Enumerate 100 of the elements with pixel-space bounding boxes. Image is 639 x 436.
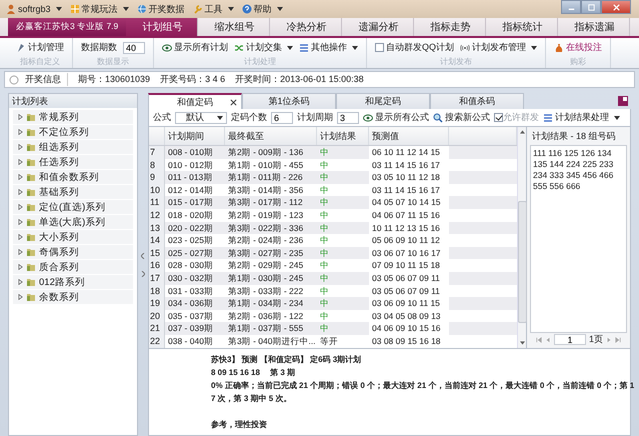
ribbon-tab[interactable]: 计划组号 (126, 18, 198, 36)
ribbon-tab[interactable]: 指标遗漏 (558, 18, 630, 36)
restore-window-icon[interactable] (618, 96, 628, 106)
ribbon-button[interactable]: 在线投注 (554, 41, 602, 54)
table-cell-text: 第3期 - 017期 - 112 (227, 196, 304, 209)
result-menu-button[interactable]: 计划结果处理 (543, 111, 620, 124)
table-cell-text: 第2期 - 009期 - 136 (227, 146, 304, 159)
table-cell-text: 第2期 - 036期 - 122 (227, 310, 304, 322)
row-number: 11 (149, 196, 165, 209)
scroll-down-icon[interactable] (520, 340, 524, 344)
search-button[interactable]: 搜索新公式 (433, 111, 490, 124)
ribbon-tab[interactable]: 指标统计 (486, 18, 558, 36)
maximize-button[interactable] (581, 0, 601, 14)
table-cell-text: 中 (319, 146, 330, 159)
close-icon[interactable] (230, 98, 237, 106)
checkbox[interactable] (375, 43, 384, 52)
caret-icon (122, 7, 129, 11)
table-cell-text: 中 (319, 310, 330, 322)
table-cell-text: 中 (319, 234, 330, 247)
caret-icon (287, 46, 293, 50)
next-page-icon[interactable] (606, 336, 612, 342)
folder-icon (26, 187, 36, 197)
tree-item[interactable]: 012路系列 (13, 275, 133, 290)
tree-item[interactable]: 不定位系列 (13, 125, 133, 140)
tree-item[interactable]: 余数系列 (13, 290, 133, 305)
column-header[interactable]: 计划期间 (165, 127, 225, 145)
panel-title: 计划列表 (9, 94, 137, 108)
show-all-button[interactable]: 显示所有公式 (363, 111, 429, 124)
table-cell: 10 11 12 13 15 16 (369, 222, 449, 234)
count-field[interactable]: 6 (271, 112, 293, 124)
table-cell-text: 中 (319, 284, 330, 298)
ribbon-button[interactable]: 显示所有计划 (162, 41, 228, 54)
user-icon (6, 4, 16, 14)
checkbox-label: 自动群发QQ计划 (386, 41, 454, 54)
ribbon-button[interactable]: 计划交集 (234, 41, 293, 54)
result-text-box[interactable]: 111 116 125 126 134 135 144 224 225 233 234 333 345 456 466 555 556 666 (530, 145, 627, 333)
table-cell-text: 第1期 - 034期 - 234 (227, 297, 304, 310)
group-label: 购彩 (570, 56, 586, 67)
ribbon-tab[interactable]: 缩水组号 (198, 18, 270, 36)
tree-item[interactable]: 单选(大底)系列 (13, 215, 133, 230)
tree-item[interactable]: 基础系列 (13, 185, 133, 200)
app-menu-button[interactable]: 必赢客江苏快3 专业版 7.9 (8, 18, 126, 36)
menu-button[interactable]: 帮助 (242, 2, 283, 16)
prev-page-icon[interactable] (544, 336, 551, 342)
caret-icon (228, 7, 234, 11)
menu-button[interactable]: 开奖数据 (136, 2, 185, 16)
caret-icon (56, 7, 62, 11)
column-header[interactable]: 最终截至 (225, 127, 317, 145)
tree-item[interactable]: 大小系列 (13, 230, 133, 245)
ribbon-button[interactable]: 计划发布管理 (460, 41, 538, 54)
tree-item[interactable]: 组选系列 (13, 140, 133, 155)
ribbon-tab[interactable]: 遗漏分析 (342, 18, 414, 36)
scroll-up-icon[interactable] (520, 130, 524, 134)
ribbon-tab[interactable]: 指标走势 (414, 18, 486, 36)
column-header[interactable]: 计划结果 (317, 127, 369, 145)
ribbon-button[interactable]: 计划管理 (16, 41, 64, 54)
tree-item[interactable]: 定位(直选)系列 (13, 200, 133, 215)
page-count: 1页 (588, 333, 603, 346)
document-tab[interactable]: 和值杀码 (430, 93, 524, 109)
group-label: 指标自定义 (20, 56, 60, 67)
minimize-button[interactable] (561, 0, 581, 14)
folder-icon (26, 277, 36, 287)
table-cell: 06 10 11 12 14 15 (369, 146, 449, 159)
row-number: 9 (149, 171, 165, 184)
tree-item[interactable]: 任选系列 (13, 155, 133, 170)
close-button[interactable] (601, 0, 631, 14)
menu-button[interactable]: softrgb3 (6, 4, 62, 14)
folder-icon (26, 247, 36, 257)
menu-button[interactable]: 工具 (192, 2, 234, 16)
menu-button[interactable]: 常规玩法 (70, 2, 129, 16)
document-tab[interactable]: 和尾定码 (336, 93, 430, 109)
scrollbar[interactable] (517, 127, 526, 348)
folder-icon (26, 157, 36, 167)
tree-item[interactable]: 质合系列 (13, 260, 133, 275)
row-number: 14 (149, 234, 165, 247)
table-cell-text: 等开 (319, 334, 339, 348)
table-cell-text: 第3期 - 022期 - 336 (227, 222, 304, 234)
report-text: 参考，理性投资 (211, 418, 268, 430)
cycle-field[interactable]: 3 (337, 112, 359, 124)
input-field[interactable]: 40 (123, 42, 145, 54)
eye-icon (162, 42, 172, 52)
tree-item[interactable]: 和值余数系列 (13, 170, 133, 185)
last-page-icon[interactable] (615, 336, 621, 342)
maximize-icon (586, 2, 596, 12)
info-button[interactable]: 开奖信息 (9, 73, 68, 86)
tree-item[interactable]: 常规系列 (13, 110, 133, 125)
table-cell: 03 05 10 11 12 18 (369, 171, 449, 184)
document-tab[interactable]: 和值定码 (148, 93, 242, 109)
formula-dropdown[interactable]: 默认 (175, 112, 227, 124)
help-icon (242, 4, 252, 14)
table-cell-text: 025 - 027期 (167, 246, 214, 260)
ribbon-button[interactable]: 其他操作 (299, 41, 358, 54)
document-tab[interactable]: 第1位杀码 (242, 93, 336, 109)
group-label: 计划处理 (244, 56, 276, 67)
page-field[interactable]: 1 (554, 334, 586, 345)
table-cell-text: 中 (319, 171, 330, 184)
tree-item[interactable]: 奇偶系列 (13, 245, 133, 260)
column-header[interactable]: 预测值 (369, 127, 449, 145)
first-page-icon[interactable] (536, 336, 542, 342)
ribbon-tab[interactable]: 冷热分析 (270, 18, 342, 36)
